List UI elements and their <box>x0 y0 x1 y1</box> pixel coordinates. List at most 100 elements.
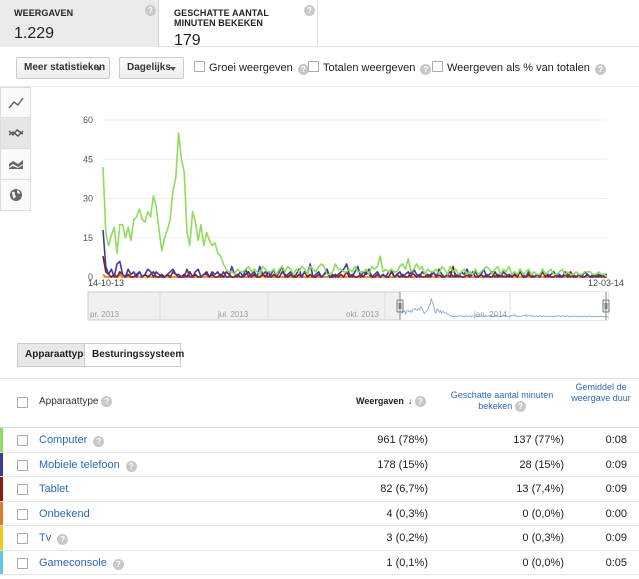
header-dimension[interactable]: Apparaattype ? <box>39 396 113 407</box>
toggle-growth[interactable]: Groei weergeven? <box>194 61 309 75</box>
row-device-link[interactable]: Gameconsole? <box>39 557 124 570</box>
row-views: 3 (0,2%) <box>386 532 428 544</box>
chart-series <box>102 132 608 278</box>
table-row: Tv? 3 (0,2%) 0 (0,3%) 0:09 <box>0 526 639 551</box>
period-label: Dagelijks <box>127 62 171 73</box>
table-row: Mobiele telefoon? 178 (15%) 28 (15%) 0:09 <box>0 452 639 477</box>
row-duration: 0:00 <box>605 507 627 520</box>
growth-checkbox[interactable] <box>194 61 205 72</box>
help-icon[interactable]: ? <box>101 396 113 407</box>
row-checkbox[interactable] <box>17 459 28 471</box>
row-device-link[interactable]: Tablet <box>39 483 68 495</box>
more-stats-button[interactable]: Meer statistieken <box>16 57 110 79</box>
toggle-percentage[interactable]: Weergeven als % van totalen? <box>432 61 606 75</box>
navigator-label: jul. 2013 <box>217 310 249 319</box>
header-duration-label: Gemiddel de weergave duur <box>571 382 631 403</box>
row-duration: 0:08 <box>605 434 627 446</box>
tab-device-type[interactable]: Apparaattype <box>17 343 89 367</box>
series-color-bar <box>0 452 3 476</box>
y-tick-label: 30 <box>83 194 93 204</box>
table-row: Onbekend 4 (0,3%) 0 (0,0%) 0:00 <box>0 501 639 526</box>
range-navigator[interactable]: pr. 2013 jul. 2013 okt. 2013 jan. 2014 <box>87 291 610 321</box>
metric-tabs: WEERGAVEN 1.229 ? GESCHATTE AANTAL MINUT… <box>0 0 639 49</box>
header-views[interactable]: Weergaven ↓ ? <box>356 396 426 407</box>
row-minutes: 0 (0,3%) <box>522 532 564 544</box>
row-duration: 0:09 <box>605 483 627 495</box>
header-minutes[interactable]: Geschatte aantal minuten bekeken ? <box>446 390 558 412</box>
row-minutes: 137 (77%) <box>513 434 564 446</box>
series-color-bar <box>0 550 3 574</box>
period-dropdown[interactable]: Dagelijks <box>119 57 184 79</box>
help-icon[interactable]: ? <box>304 5 315 16</box>
table-row: Gameconsole? 1 (0,1%) 0 (0,0%) 0:05 <box>0 550 639 575</box>
row-checkbox[interactable] <box>17 557 28 569</box>
row-checkbox[interactable] <box>17 508 28 520</box>
help-icon[interactable]: ? <box>420 64 432 75</box>
series-color-bar <box>0 428 3 452</box>
row-duration: 0:05 <box>605 556 627 569</box>
help-icon[interactable]: ? <box>93 436 105 447</box>
help-icon[interactable]: ? <box>57 534 69 545</box>
help-icon[interactable]: ? <box>594 64 606 75</box>
series-line-mobiele-telefoon <box>102 229 607 278</box>
row-device-link[interactable]: Computer? <box>39 434 105 447</box>
totals-checkbox[interactable] <box>308 61 319 72</box>
row-device-link[interactable]: Mobiele telefoon? <box>39 459 137 472</box>
y-tick-label: 15 <box>83 233 93 243</box>
header-views-label: Weergaven <box>356 396 404 406</box>
row-device-label: Onbekend <box>39 507 90 520</box>
row-device-link[interactable]: Onbekend <box>39 508 90 520</box>
help-icon[interactable]: ? <box>125 460 137 472</box>
row-device-label: Mobiele telefoon <box>39 458 120 471</box>
row-minutes: 13 (7,4%) <box>516 483 564 495</box>
row-minutes: 28 (15%) <box>519 458 564 471</box>
tab-operating-system[interactable]: Besturingssysteem <box>84 343 184 367</box>
row-views: 4 (0,3%) <box>386 507 428 520</box>
device-table: Apparaattype ? Weergaven ↓ ? Geschatte aa… <box>0 378 639 575</box>
row-device-label: Computer <box>39 434 88 446</box>
series-line-computer <box>102 132 608 278</box>
row-device-label: Gameconsole <box>39 556 107 569</box>
series-color-bar <box>0 477 3 501</box>
row-duration: 0:09 <box>605 458 627 471</box>
row-device-label: Tv <box>39 532 52 544</box>
y-axis: 604530150 <box>83 115 93 282</box>
toggle-totals[interactable]: Totalen weergeven? <box>308 61 432 75</box>
toolbar: Meer statistieken Dagelijks Groei weerge… <box>0 47 639 87</box>
help-icon[interactable]: ? <box>514 401 526 412</box>
row-checkbox[interactable] <box>17 484 28 495</box>
row-minutes: 0 (0,0%) <box>522 507 564 520</box>
row-duration: 0:09 <box>605 532 627 544</box>
x-end-label: 12-03-14 <box>588 278 624 288</box>
navigator-label: jan. 2014 <box>473 310 507 319</box>
help-icon[interactable]: ? <box>414 396 426 407</box>
row-device-label: Tablet <box>39 483 69 495</box>
header-minutes-label: Geschatte aantal minuten bekeken <box>450 390 554 411</box>
select-all-checkbox[interactable] <box>17 397 28 408</box>
chevron-down-icon <box>96 67 102 71</box>
navigator-label: pr. 2013 <box>90 310 119 319</box>
help-icon[interactable]: ? <box>145 5 156 16</box>
metric-tab-minutes[interactable]: GESCHATTE AANTAL MINUTEN BEKEKEN 179 ? <box>160 0 318 49</box>
help-icon[interactable]: ? <box>112 558 124 570</box>
views-chart: 604530150 14-10-13 12-03-14 pr. 2013 jul.… <box>83 115 624 321</box>
header-dimension-label: Apparaattype <box>39 396 99 407</box>
metric-value: 1.229 <box>14 25 55 42</box>
row-views: 1 (0,1%) <box>386 556 428 569</box>
row-device-link[interactable]: Tv? <box>39 532 69 545</box>
table-row: Tablet 82 (6,7%) 13 (7,4%) 0:09 <box>0 477 639 502</box>
table-body: Computer? 961 (78%) 137 (77%) 0:08 Mobiele t… <box>0 428 639 575</box>
y-tick-label: 60 <box>83 115 93 125</box>
percentage-label: Weergeven als % van totalen <box>447 62 590 74</box>
sort-arrow-icon: ↓ <box>407 396 413 406</box>
row-checkbox[interactable] <box>17 533 28 544</box>
more-stats-label: Meer statistieken <box>24 62 106 73</box>
header-duration[interactable]: Gemiddel de weergave duur <box>568 382 634 404</box>
percentage-checkbox[interactable] <box>432 61 443 72</box>
row-checkbox[interactable] <box>17 435 28 446</box>
metric-label: GESCHATTE AANTAL MINUTEN BEKEKEN <box>174 8 269 28</box>
table-header: Apparaattype ? Weergaven ↓ ? Geschatte aa… <box>0 378 639 428</box>
row-views: 82 (6,7%) <box>380 483 428 495</box>
growth-label: Groei weergeven <box>209 62 293 74</box>
metric-tab-views[interactable]: WEERGAVEN 1.229 ? <box>0 0 159 47</box>
